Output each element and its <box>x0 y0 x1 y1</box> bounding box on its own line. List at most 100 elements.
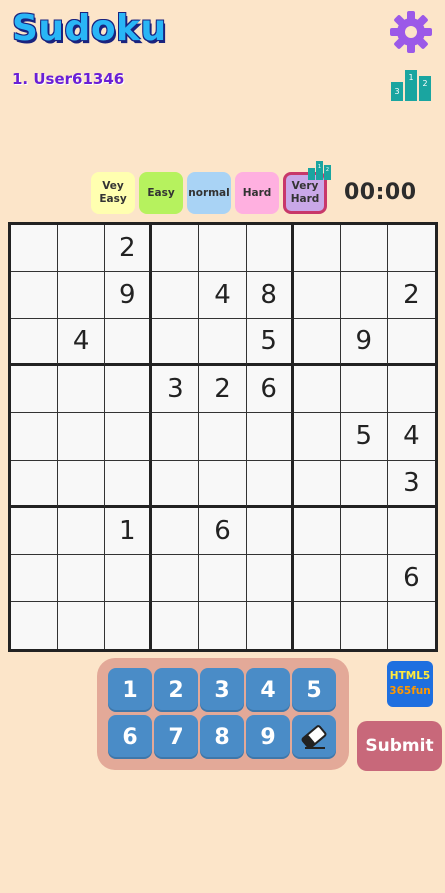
key-3[interactable]: 3 <box>200 668 244 712</box>
board-cell-r5c7[interactable] <box>293 413 341 461</box>
key-7[interactable]: 7 <box>154 715 198 759</box>
difficulty-normal-button[interactable]: normal <box>187 172 231 214</box>
board-cell-r2c6[interactable]: 8 <box>246 272 294 320</box>
board-cell-r3c9[interactable] <box>387 319 435 367</box>
board-cell-r8c2[interactable] <box>58 554 106 602</box>
board-cell-r7c3[interactable]: 1 <box>105 507 153 555</box>
board-cell-r8c7[interactable] <box>293 554 341 602</box>
key-2[interactable]: 2 <box>154 668 198 712</box>
board-cell-r4c1[interactable] <box>11 366 59 414</box>
board-cell-r9c4[interactable] <box>152 601 200 649</box>
board-cell-r1c7[interactable] <box>293 225 341 273</box>
board-cell-r9c1[interactable] <box>11 601 59 649</box>
board-cell-r6c3[interactable] <box>105 460 153 508</box>
board-cell-r5c3[interactable] <box>105 413 153 461</box>
board-cell-r3c2[interactable]: 4 <box>58 319 106 367</box>
board-cell-r7c1[interactable] <box>11 507 59 555</box>
board-cell-r4c9[interactable] <box>387 366 435 414</box>
board-cell-r3c4[interactable] <box>152 319 200 367</box>
board-cell-r6c7[interactable] <box>293 460 341 508</box>
board-cell-r2c4[interactable] <box>152 272 200 320</box>
key-4[interactable]: 4 <box>246 668 290 712</box>
board-cell-r5c2[interactable] <box>58 413 106 461</box>
board-cell-r8c5[interactable] <box>199 554 247 602</box>
key-1[interactable]: 1 <box>108 668 152 712</box>
board-cell-r3c1[interactable] <box>11 319 59 367</box>
board-cell-r1c5[interactable] <box>199 225 247 273</box>
board-cell-r9c9[interactable] <box>387 601 435 649</box>
board-cell-r9c3[interactable] <box>105 601 153 649</box>
board-cell-r2c7[interactable] <box>293 272 341 320</box>
board-cell-r6c1[interactable] <box>11 460 59 508</box>
board-cell-r1c8[interactable] <box>340 225 388 273</box>
board-cell-r2c9[interactable]: 2 <box>387 272 435 320</box>
board-cell-r5c4[interactable] <box>152 413 200 461</box>
board-cell-r7c4[interactable] <box>152 507 200 555</box>
board-cell-r3c5[interactable] <box>199 319 247 367</box>
board-cell-r3c7[interactable] <box>293 319 341 367</box>
key-5[interactable]: 5 <box>292 668 336 712</box>
board-cell-r4c2[interactable] <box>58 366 106 414</box>
board-cell-r6c4[interactable] <box>152 460 200 508</box>
board-cell-r5c6[interactable] <box>246 413 294 461</box>
board-cell-r1c9[interactable] <box>387 225 435 273</box>
board-cell-r2c5[interactable]: 4 <box>199 272 247 320</box>
board-cell-r2c1[interactable] <box>11 272 59 320</box>
board-cell-r7c6[interactable] <box>246 507 294 555</box>
board-cell-r1c6[interactable] <box>246 225 294 273</box>
board-cell-r6c6[interactable] <box>246 460 294 508</box>
board-cell-r4c6[interactable]: 6 <box>246 366 294 414</box>
key-9[interactable]: 9 <box>246 715 290 759</box>
board-cell-r9c2[interactable] <box>58 601 106 649</box>
board-cell-r4c8[interactable] <box>340 366 388 414</box>
board-cell-r8c1[interactable] <box>11 554 59 602</box>
leaderboard-podium-icon[interactable]: 3 1 2 <box>390 68 432 102</box>
key-8[interactable]: 8 <box>200 715 244 759</box>
board-cell-r5c5[interactable] <box>199 413 247 461</box>
board-cell-r8c3[interactable] <box>105 554 153 602</box>
board-cell-r5c1[interactable] <box>11 413 59 461</box>
board-cell-r9c6[interactable] <box>246 601 294 649</box>
board-cell-r8c6[interactable] <box>246 554 294 602</box>
board-cell-r4c5[interactable]: 2 <box>199 366 247 414</box>
submit-button[interactable]: Submit <box>357 721 442 771</box>
board-cell-r8c9[interactable]: 6 <box>387 554 435 602</box>
board-cell-r2c3[interactable]: 9 <box>105 272 153 320</box>
gear-icon[interactable] <box>388 9 434 55</box>
board-cell-r2c8[interactable] <box>340 272 388 320</box>
board-cell-r7c8[interactable] <box>340 507 388 555</box>
board-cell-r8c4[interactable] <box>152 554 200 602</box>
difficulty-hard-button[interactable]: Hard <box>235 172 279 214</box>
board-cell-r1c1[interactable] <box>11 225 59 273</box>
difficulty-easy-button[interactable]: Easy <box>139 172 183 214</box>
key-6[interactable]: 6 <box>108 715 152 759</box>
board-cell-r6c5[interactable] <box>199 460 247 508</box>
difficulty-very-easy-button[interactable]: Vey Easy <box>91 172 135 214</box>
board-cell-r8c8[interactable] <box>340 554 388 602</box>
board-cell-r1c2[interactable] <box>58 225 106 273</box>
board-cell-r1c4[interactable] <box>152 225 200 273</box>
board-cell-r3c8[interactable]: 9 <box>340 319 388 367</box>
board-cell-r9c8[interactable] <box>340 601 388 649</box>
board-cell-r6c2[interactable] <box>58 460 106 508</box>
board-cell-r9c7[interactable] <box>293 601 341 649</box>
board-cell-r5c9[interactable]: 4 <box>387 413 435 461</box>
board-cell-r5c8[interactable]: 5 <box>340 413 388 461</box>
board-cell-r7c7[interactable] <box>293 507 341 555</box>
board-cell-r7c5[interactable]: 6 <box>199 507 247 555</box>
board-cell-r7c9[interactable] <box>387 507 435 555</box>
board-cell-r6c8[interactable] <box>340 460 388 508</box>
board-cell-r3c6[interactable]: 5 <box>246 319 294 367</box>
svg-text:1: 1 <box>318 164 321 170</box>
eraser-button[interactable] <box>292 715 336 759</box>
board-cell-r2c2[interactable] <box>58 272 106 320</box>
board-cell-r7c2[interactable] <box>58 507 106 555</box>
board-cell-r6c9[interactable]: 3 <box>387 460 435 508</box>
board-cell-r9c5[interactable] <box>199 601 247 649</box>
board-cell-r3c3[interactable] <box>105 319 153 367</box>
board-cell-r4c7[interactable] <box>293 366 341 414</box>
board-cell-r1c3[interactable]: 2 <box>105 225 153 273</box>
html5-365fun-badge[interactable]: HTML5 365fun <box>387 661 433 707</box>
board-cell-r4c4[interactable]: 3 <box>152 366 200 414</box>
board-cell-r4c3[interactable] <box>105 366 153 414</box>
